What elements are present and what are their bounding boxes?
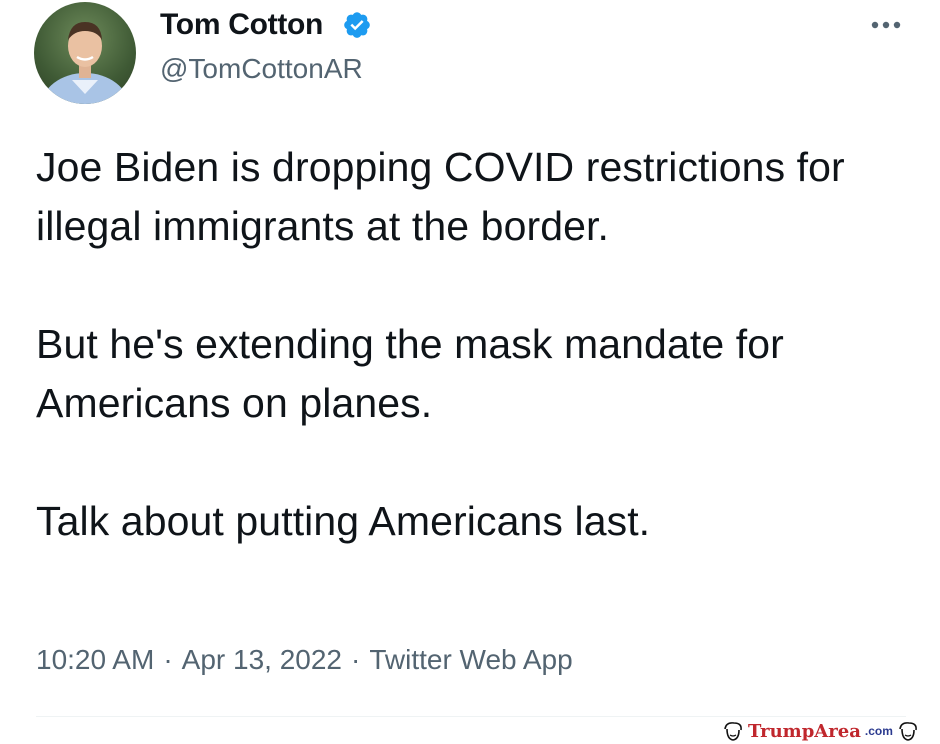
tweet-paragraph: Talk about putting Americans last. xyxy=(36,498,651,544)
tweet-date[interactable]: Apr 13, 2022 xyxy=(182,644,342,675)
separator: · xyxy=(163,644,173,675)
divider xyxy=(36,716,906,717)
author-handle[interactable]: @TomCottonAR xyxy=(160,53,363,85)
tweet-metadata: 10:20 AM · Apr 13, 2022 · Twitter Web App xyxy=(36,644,573,676)
avatar-portrait-icon xyxy=(41,22,129,104)
tweet-source[interactable]: Twitter Web App xyxy=(369,644,572,675)
more-options-icon[interactable] xyxy=(866,10,906,40)
watermark-suffix: .com xyxy=(864,724,893,738)
verified-badge-icon xyxy=(344,12,370,38)
avatar[interactable] xyxy=(34,2,136,104)
watermark: TrumpArea .com xyxy=(722,718,919,744)
watermark-text: TrumpArea xyxy=(748,720,861,742)
tweet-time[interactable]: 10:20 AM xyxy=(36,644,154,675)
author-name[interactable]: Tom Cotton xyxy=(160,8,323,42)
separator: · xyxy=(350,644,361,675)
tweet-card: Tom Cotton @TomCottonAR Joe Biden is dro… xyxy=(0,0,940,744)
trump-face-icon xyxy=(724,722,742,741)
tweet-paragraph: But he's extending the mask mandate for … xyxy=(36,321,784,426)
tweet-text: Joe Biden is dropping COVID restrictions… xyxy=(36,138,916,551)
trump-face-icon xyxy=(899,722,917,741)
tweet-paragraph: Joe Biden is dropping COVID restrictions… xyxy=(36,144,845,249)
